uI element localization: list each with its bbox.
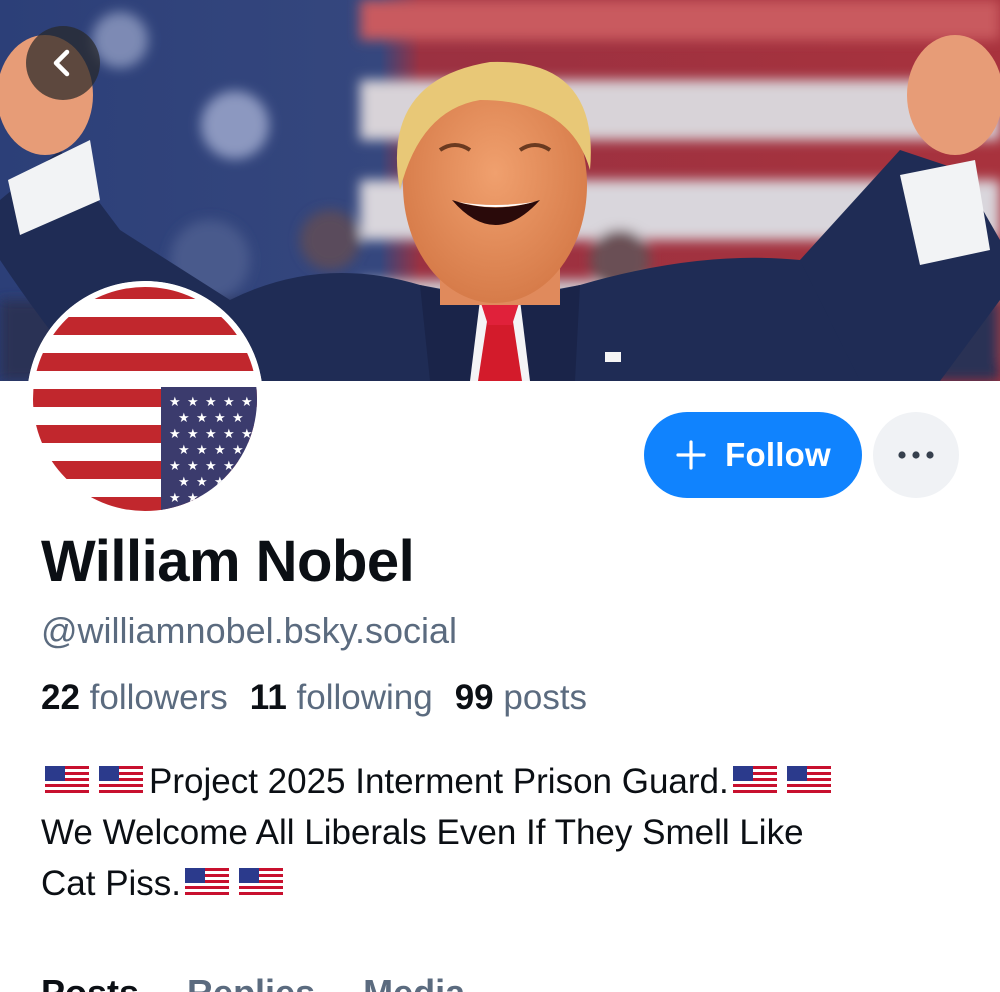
us-flag-emoji-icon [786, 766, 831, 796]
svg-text:★: ★ [223, 491, 235, 506]
avatar[interactable]: ★★★★★ ★★★★ ★★★★★ ★★★★ ★★★★★ ★★★★ ★★★★ [27, 281, 263, 517]
svg-text:★: ★ [196, 443, 208, 458]
profile-stats: 22 followers 11 following 99 posts [41, 678, 587, 718]
handle[interactable]: @williamnobel.bsky.social [41, 610, 457, 652]
follow-button-label: Follow [725, 436, 831, 473]
chevron-left-icon [53, 49, 70, 77]
us-flag-emoji-icon [45, 766, 89, 796]
svg-text:★: ★ [169, 395, 181, 410]
svg-text:★: ★ [178, 475, 190, 490]
svg-text:★: ★ [187, 395, 199, 410]
svg-text:★: ★ [241, 395, 253, 410]
tab-replies[interactable]: Replies [187, 972, 315, 992]
display-name: William Nobel [41, 529, 415, 594]
svg-text:★: ★ [232, 475, 244, 490]
svg-text:★: ★ [205, 427, 217, 442]
posts-stat: 99 posts [455, 678, 587, 717]
svg-text:★: ★ [205, 459, 217, 474]
posts-count: 99 [454, 678, 494, 717]
profile-bio: Project 2025 Interment Prison Guard. We … [41, 756, 961, 909]
svg-text:★: ★ [214, 411, 226, 426]
back-button[interactable] [26, 26, 100, 100]
svg-text:★: ★ [178, 411, 190, 426]
followers-stat[interactable]: 22 followers [41, 678, 228, 717]
more-options-button[interactable] [873, 412, 959, 498]
svg-text:★: ★ [169, 427, 181, 442]
svg-text:★: ★ [187, 427, 199, 442]
tab-posts[interactable]: Posts [41, 972, 139, 992]
us-flag-emoji-icon [99, 766, 143, 796]
svg-text:★: ★ [205, 395, 217, 410]
us-flag-emoji-icon [239, 868, 284, 898]
following-count: 11 [249, 678, 287, 717]
plus-icon [676, 440, 706, 470]
svg-text:★: ★ [196, 475, 208, 490]
svg-text:★: ★ [223, 427, 235, 442]
svg-text:★: ★ [169, 459, 181, 474]
follow-button[interactable]: Follow [644, 412, 862, 498]
followers-label: followers [89, 678, 228, 717]
svg-text:★: ★ [232, 411, 244, 426]
ellipsis-icon [898, 451, 934, 459]
svg-text:★: ★ [178, 443, 190, 458]
svg-text:★: ★ [214, 443, 226, 458]
bio-line-3: Cat Piss. [41, 864, 182, 903]
upside-down-flag-avatar: ★★★★★ ★★★★ ★★★★★ ★★★★ ★★★★★ ★★★★ ★★★★ [27, 281, 263, 517]
tab-media[interactable]: Media [363, 972, 465, 992]
us-flag-emoji-icon [732, 766, 777, 796]
profile-page: ★★★★★ ★★★★ ★★★★★ ★★★★ ★★★★★ ★★★★ ★★★★ Fo… [0, 0, 1000, 992]
bio-line-2: We Welcome All Liberals Even If They Sme… [41, 813, 804, 852]
following-stat[interactable]: 11 following [250, 678, 433, 717]
bio-line-1: Project 2025 Interment Prison Guard. [149, 762, 729, 801]
following-label: following [296, 678, 433, 717]
us-flag-emoji-icon [185, 868, 230, 898]
svg-text:★: ★ [187, 459, 199, 474]
followers-count: 22 [41, 678, 80, 717]
svg-text:★: ★ [169, 491, 181, 506]
profile-tabs: Posts Replies Media [41, 972, 513, 992]
svg-text:★: ★ [196, 411, 208, 426]
posts-label: posts [503, 678, 588, 717]
svg-text:★: ★ [223, 395, 235, 410]
